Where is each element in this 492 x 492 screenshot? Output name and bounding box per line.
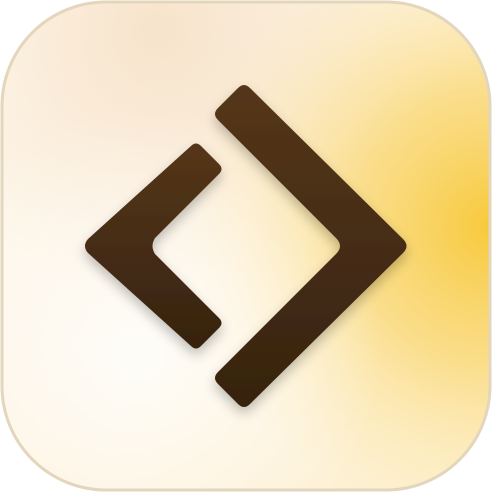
code-brackets-icon[interactable] [0, 0, 492, 492]
canvas [0, 0, 492, 492]
icon-tile [0, 0, 492, 492]
